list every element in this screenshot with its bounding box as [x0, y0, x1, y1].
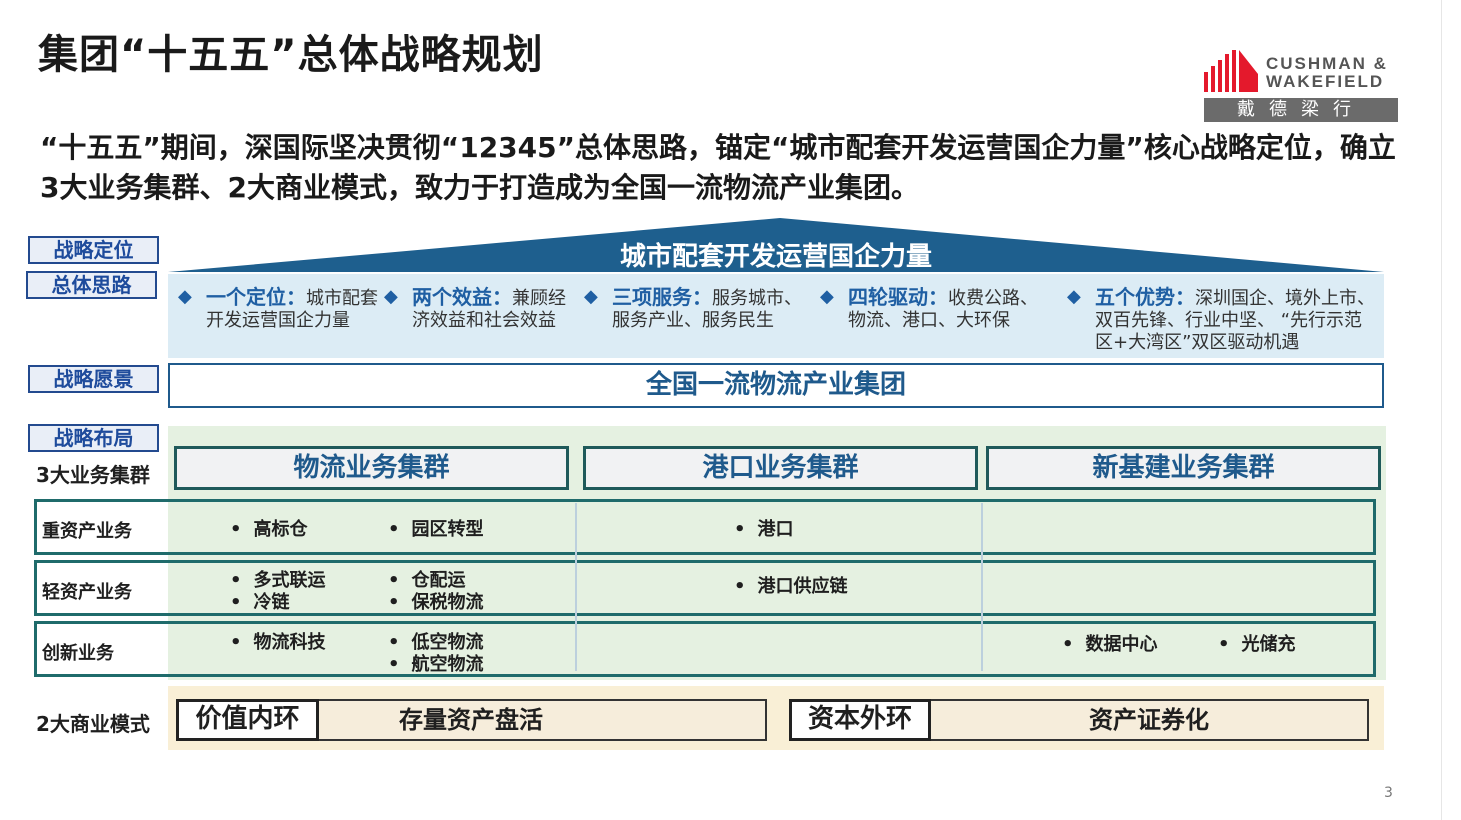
column-divider — [575, 503, 577, 671]
list-item: 航空物流 — [388, 650, 484, 676]
model-tag-inner: 价值内环 — [176, 699, 319, 741]
roof-title: 城市配套开发运营国企力量 — [619, 242, 932, 272]
model-outer-loop: 资本外环 资产证券化 — [789, 699, 1369, 741]
column-divider — [981, 503, 983, 671]
cushman-wakefield-logo: CUSHMAN & WAKEFIELD 戴德梁行 — [1202, 48, 1398, 122]
vision-box: 全国一流物流产业集团 — [168, 363, 1384, 408]
list-item: 光储充 — [1218, 630, 1296, 656]
row-label-heavy: 重资产业务 — [42, 521, 132, 542]
pillar-4: ◆ 四轮驱动：收费公路、物流、港口、大环保 — [820, 285, 1038, 331]
diamond-icon: ◆ — [1067, 286, 1081, 307]
diamond-icon: ◆ — [384, 286, 398, 307]
logo-text-line1: CUSHMAN & — [1266, 54, 1388, 73]
list-item: 港口供应链 — [734, 572, 848, 598]
list-item: 港口 — [734, 515, 794, 541]
list-item: 保税物流 — [388, 588, 484, 614]
label-layout: 战略布局 — [28, 424, 159, 452]
logo-chinese-name: 戴德梁行 — [1204, 98, 1398, 122]
cluster-logistics: 物流业务集群 — [174, 446, 569, 490]
row-label-innovation: 创新业务 — [42, 643, 114, 664]
diamond-icon: ◆ — [178, 286, 192, 307]
pillar-1: ◆ 一个定位：城市配套开发运营国企力量 — [178, 285, 378, 331]
intro-paragraph: “十五五”期间，深国际坚决贯彻“12345”总体思路，锚定“城市配套开发运营国企… — [40, 131, 1396, 204]
list-item: 高标仓 — [230, 515, 308, 541]
cluster-port: 港口业务集群 — [583, 446, 978, 490]
pillar-5: ◆ 五个优势：深圳国企、境外上市、双百先锋、行业中坚、 “先行示范区+大湾区”双… — [1067, 285, 1375, 353]
page-title: 集团“十五五”总体战略规划 — [38, 32, 544, 78]
list-item: 数据中心 — [1062, 630, 1158, 656]
pillar-3: ◆ 三项服务：服务城市、服务产业、服务民生 — [584, 285, 802, 331]
label-thinking: 总体思路 — [26, 271, 157, 299]
model-inner-loop: 价值内环 存量资产盘活 — [176, 699, 767, 741]
strategy-pillars: ◆ 一个定位：城市配套开发运营国企力量 ◆ 两个效益：兼顾经济效益和社会效益 ◆… — [168, 274, 1384, 358]
pillar-2: ◆ 两个效益：兼顾经济效益和社会效益 — [384, 285, 566, 331]
label-clusters: 3大业务集群 — [36, 463, 150, 487]
page-edge — [1441, 0, 1442, 820]
model-tag-outer: 资本外环 — [789, 699, 931, 741]
label-positioning: 战略定位 — [28, 236, 159, 264]
row-label-light: 轻资产业务 — [42, 582, 132, 603]
list-item: 冷链 — [230, 588, 290, 614]
model-text-outer: 资产证券化 — [1089, 706, 1209, 734]
logo-text-line2: WAKEFIELD — [1266, 72, 1385, 91]
cluster-newinfra: 新基建业务集群 — [986, 446, 1381, 490]
list-item: 园区转型 — [388, 515, 484, 541]
diamond-icon: ◆ — [584, 286, 598, 307]
diamond-icon: ◆ — [820, 286, 834, 307]
list-item: 物流科技 — [230, 628, 326, 654]
label-vision: 战略愿景 — [28, 365, 159, 393]
label-models: 2大商业模式 — [36, 712, 150, 736]
model-text-inner: 存量资产盘活 — [399, 706, 543, 734]
building-icon — [1204, 50, 1258, 92]
page-number: 3 — [1384, 785, 1393, 801]
